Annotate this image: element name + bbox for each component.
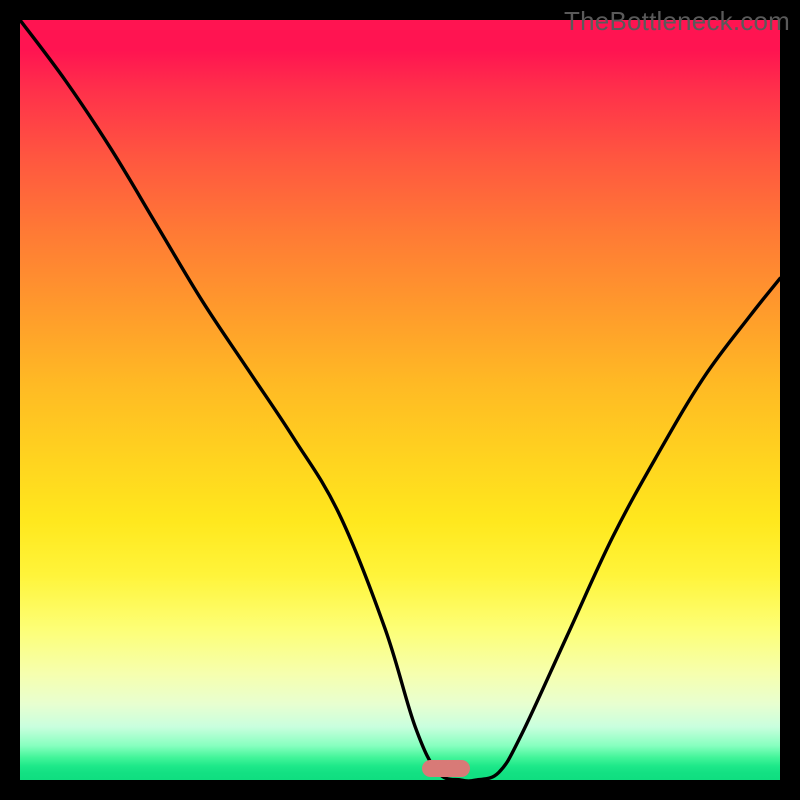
plot-area bbox=[20, 20, 780, 780]
bottleneck-curve bbox=[20, 20, 780, 780]
chart-frame: TheBottleneck.com bbox=[0, 0, 800, 800]
watermark-text: TheBottleneck.com bbox=[564, 6, 790, 37]
optimal-point-marker bbox=[422, 760, 470, 777]
